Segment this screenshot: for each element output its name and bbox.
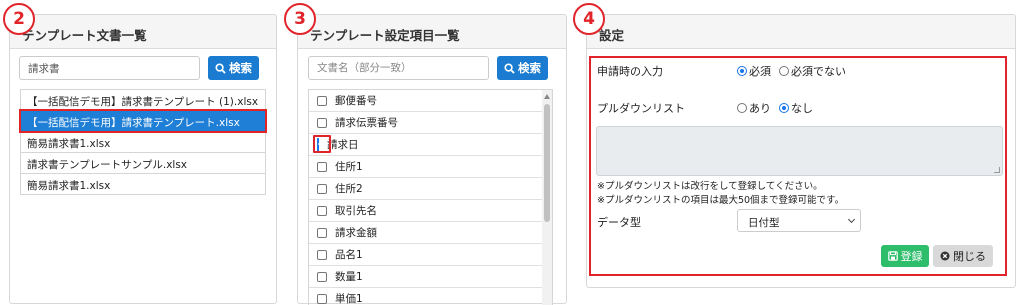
checkbox[interactable] — [317, 117, 327, 128]
field-row[interactable]: 郵便番号 — [309, 90, 552, 112]
scroll-thumb[interactable] — [544, 104, 550, 222]
file-item-selected[interactable]: 【一括配信デモ用】請求書テンプレート.xlsx — [19, 109, 267, 133]
field-row[interactable]: 請求伝票番号 — [309, 112, 552, 134]
resize-grip-icon[interactable] — [994, 167, 1000, 173]
radio-yes-label: あり — [749, 102, 771, 115]
radio-required[interactable] — [737, 66, 747, 76]
checkbox[interactable] — [317, 227, 327, 238]
file-item[interactable]: 簡易請求書1.xlsx — [20, 173, 266, 195]
template-file-list: 【一括配信デモ用】請求書テンプレート (1).xlsx 【一括配信デモ用】請求書… — [19, 89, 267, 195]
checkbox[interactable] — [317, 161, 327, 172]
field-label: 単価1 — [335, 293, 363, 305]
search-icon — [504, 62, 515, 74]
dropdown-items-textarea[interactable] — [596, 126, 1003, 176]
field-row[interactable]: 住所2 — [309, 178, 552, 200]
field-row[interactable]: 取引先名 — [309, 200, 552, 222]
field-checkbox-list: 郵便番号 請求伝票番号 請求日 住所1 住所2 取引先名 請求金額 品名1 数量… — [308, 89, 553, 305]
dropdown-list-label: プルダウンリスト — [597, 102, 685, 115]
chevron-down-icon — [847, 215, 856, 224]
field-row[interactable]: 単価1 — [309, 288, 552, 305]
field-label: 請求伝票番号 — [335, 117, 398, 129]
data-type-select[interactable]: 日付型 — [737, 209, 861, 232]
file-item[interactable]: 請求書テンプレートサンプル.xlsx — [20, 152, 266, 174]
input-requirement-label: 申請時の入力 — [597, 65, 663, 78]
register-label: 登録 — [900, 250, 923, 263]
template-search-label: 検索 — [229, 61, 252, 75]
file-item[interactable]: 【一括配信デモ用】請求書テンプレート (1).xlsx — [20, 89, 266, 111]
close-button[interactable]: 閉じる — [933, 245, 993, 267]
field-row[interactable]: 数量1 — [309, 266, 552, 288]
input-requirement-radios: 必須 必須でない — [737, 63, 854, 79]
dropdown-note-2: ※プルダウンリストの項目は最大50個まで登録可能です。 — [597, 195, 845, 206]
template-search-input[interactable] — [19, 56, 200, 80]
close-label: 閉じる — [953, 250, 986, 263]
field-label: 品名1 — [335, 249, 363, 261]
field-row[interactable]: 請求日 — [309, 134, 552, 156]
checkbox[interactable] — [317, 205, 327, 216]
radio-not-required-label: 必須でない — [791, 65, 846, 78]
template-list-title: テンプレート文書一覧 — [10, 15, 276, 49]
radio-no-label: なし — [791, 102, 813, 115]
scroll-up-arrow-icon[interactable] — [544, 94, 550, 99]
checkbox[interactable] — [317, 95, 327, 106]
data-type-value: 日付型 — [748, 217, 780, 229]
field-label: 請求金額 — [335, 227, 377, 239]
template-search-button[interactable]: 検索 — [208, 56, 259, 80]
radio-not-required[interactable] — [779, 66, 789, 76]
dropdown-note-1: ※プルダウンリストは改行をして登録してください。 — [597, 181, 823, 192]
checkbox[interactable] — [317, 183, 327, 194]
field-label: 住所1 — [335, 161, 363, 173]
close-circle-icon — [940, 251, 950, 261]
field-search-label: 検索 — [518, 61, 541, 75]
radio-yes[interactable] — [737, 103, 747, 113]
checkbox[interactable] — [317, 293, 327, 304]
checkbox[interactable] — [317, 271, 327, 282]
file-item[interactable]: 簡易請求書1.xlsx — [20, 131, 266, 153]
radio-required-label: 必須 — [749, 65, 771, 78]
step-badge-4: 4 — [573, 3, 605, 35]
field-search-input[interactable] — [308, 56, 489, 80]
data-type-label: データ型 — [597, 216, 641, 229]
checkbox[interactable] — [317, 249, 327, 260]
field-label: 郵便番号 — [335, 95, 377, 107]
field-label: 取引先名 — [335, 205, 377, 217]
highlight-box — [313, 134, 331, 153]
search-icon — [215, 62, 226, 74]
scrollbar[interactable] — [542, 90, 552, 305]
field-label: 住所2 — [335, 183, 363, 195]
settings-title: 設定 — [587, 15, 1015, 49]
register-button[interactable]: 登録 — [881, 245, 929, 267]
field-label: 請求日 — [327, 139, 359, 151]
field-row[interactable]: 請求金額 — [309, 222, 552, 244]
field-row[interactable]: 品名1 — [309, 244, 552, 266]
dropdown-list-radios: あり なし — [737, 100, 821, 116]
save-icon — [887, 251, 898, 261]
field-search-button[interactable]: 検索 — [497, 56, 548, 80]
step-badge-2: 2 — [3, 3, 35, 35]
field-list-title: テンプレート設定項目一覧 — [298, 15, 566, 49]
step-badge-3: 3 — [284, 3, 316, 35]
field-label: 数量1 — [335, 271, 363, 283]
field-row[interactable]: 住所1 — [309, 156, 552, 178]
radio-no[interactable] — [779, 103, 789, 113]
